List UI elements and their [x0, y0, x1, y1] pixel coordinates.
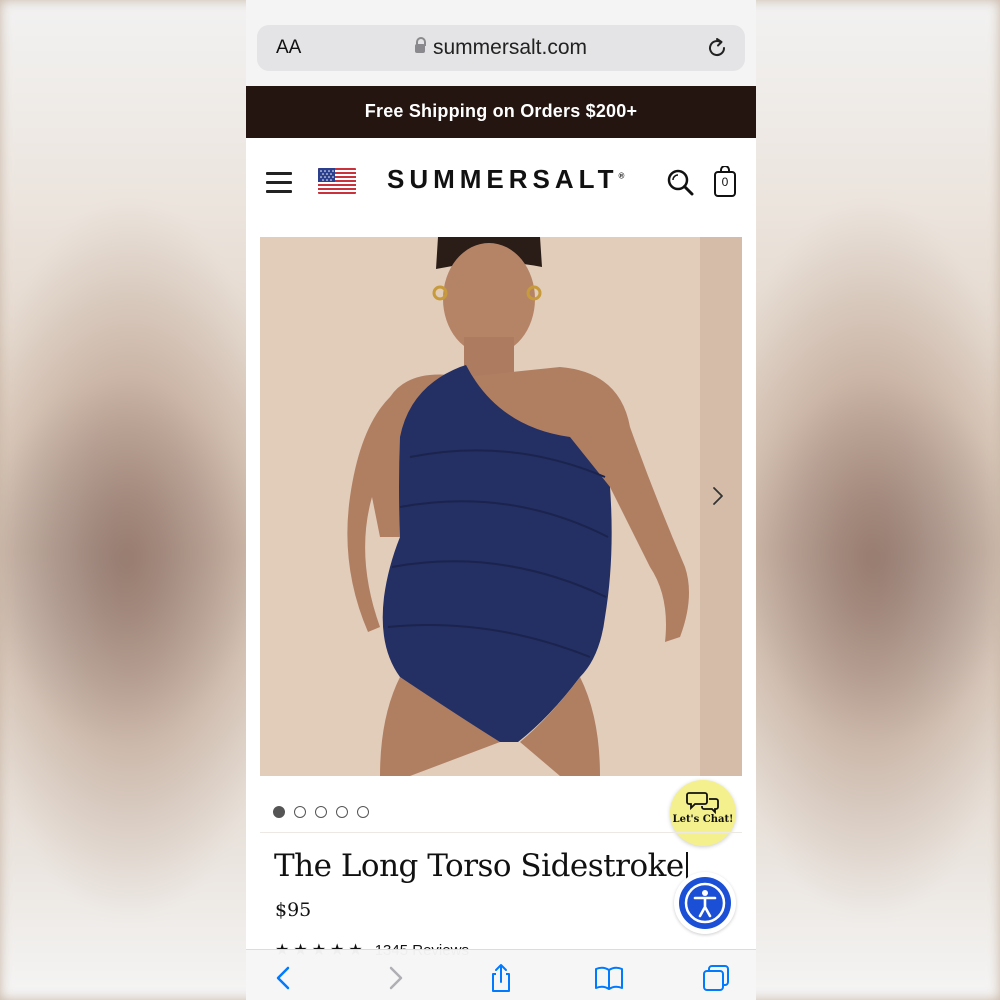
browser-toolbar — [246, 949, 756, 1000]
slide-dot[interactable] — [294, 806, 306, 818]
site-header: SUMMERSALT® 0 — [246, 138, 756, 228]
url-text: summersalt.com — [432, 36, 588, 59]
slide-dot[interactable] — [336, 806, 348, 818]
product-price: $95 — [275, 899, 312, 921]
browser-address-area: AA summersalt.com — [246, 0, 756, 86]
model-photo — [260, 237, 742, 776]
chat-button[interactable]: Let's Chat! — [670, 780, 736, 846]
chat-label: Let's Chat! — [672, 814, 734, 825]
site-logo[interactable]: SUMMERSALT® — [387, 164, 624, 195]
bookmarks-icon[interactable] — [593, 962, 625, 994]
lock-icon — [414, 37, 426, 53]
slide-dot[interactable] — [273, 806, 285, 818]
tabs-icon[interactable] — [700, 962, 732, 994]
accessibility-icon — [684, 882, 726, 924]
slide-dot[interactable] — [357, 806, 369, 818]
divider — [260, 832, 742, 833]
bag-icon[interactable]: 0 — [713, 165, 737, 198]
registered-mark: ® — [618, 171, 625, 181]
logo-text: SUMMERSALT — [387, 164, 619, 194]
chat-bubbles-icon — [686, 792, 719, 814]
next-slide-icon[interactable] — [706, 481, 730, 511]
back-icon[interactable] — [268, 962, 300, 994]
slide-dot[interactable] — [315, 806, 327, 818]
forward-icon[interactable] — [379, 962, 411, 994]
phone-screen: AA summersalt.com Free Shipping on Order… — [246, 0, 756, 1000]
product-image[interactable] — [260, 237, 742, 776]
cart-count: 0 — [721, 175, 729, 189]
product-title: The Long Torso Sidestroke — [274, 848, 684, 884]
promo-banner[interactable]: Free Shipping on Orders $200+ — [246, 86, 756, 138]
slide-indicator — [273, 805, 378, 819]
url-display[interactable]: summersalt.com — [257, 36, 745, 60]
us-flag-icon[interactable] — [318, 168, 356, 194]
menu-icon[interactable] — [266, 172, 292, 193]
reload-icon[interactable] — [704, 35, 730, 61]
address-bar[interactable]: AA summersalt.com — [257, 25, 745, 71]
accessibility-button[interactable] — [674, 872, 736, 934]
share-icon[interactable] — [485, 962, 517, 994]
search-icon[interactable] — [666, 168, 694, 196]
